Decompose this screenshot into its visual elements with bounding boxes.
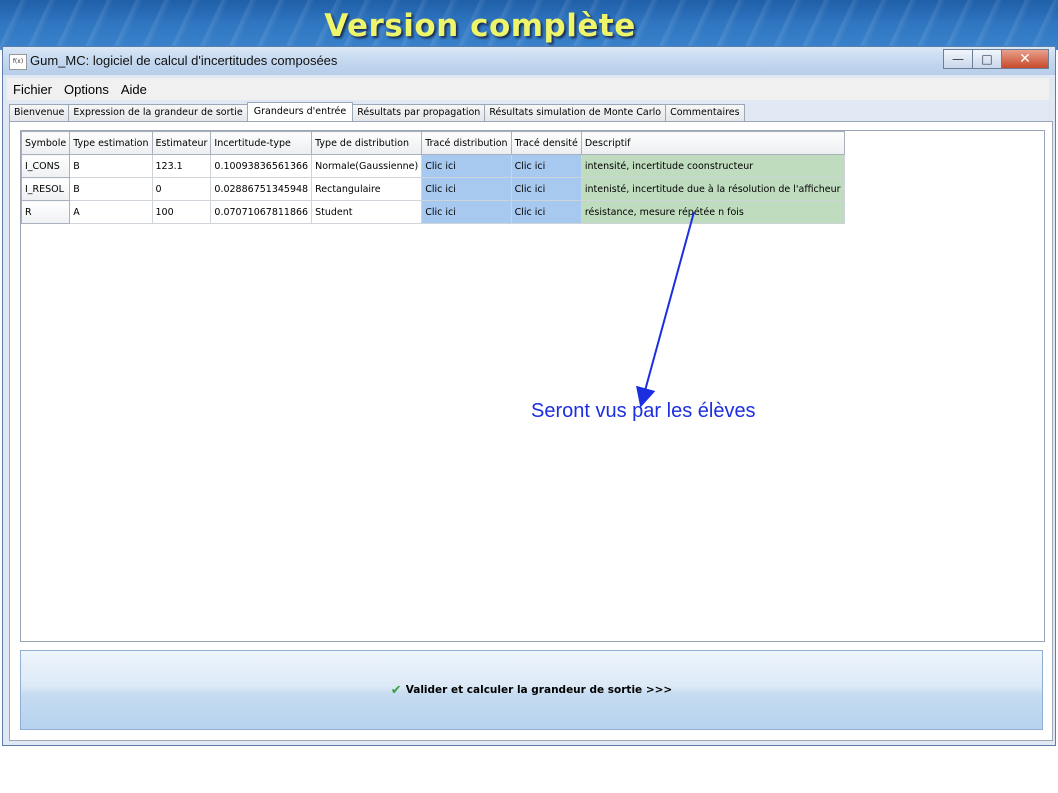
header-estimateur[interactable]: Estimateur bbox=[151, 131, 212, 155]
tab-bienvenue[interactable]: Bienvenue bbox=[9, 104, 70, 121]
menu-bar: Fichier Options Aide bbox=[7, 78, 1049, 100]
window-controls: — □ ✕ bbox=[943, 49, 1049, 69]
cell-estimateur[interactable]: 123.1 bbox=[151, 154, 212, 178]
input-quantities-table: Symbole Type estimation Estimateur Incer… bbox=[20, 131, 845, 224]
cell-estimateur[interactable]: 100 bbox=[151, 200, 212, 224]
cell-incertitude-type[interactable]: 0.10093836561366 bbox=[210, 154, 313, 178]
cell-estimateur[interactable]: 0 bbox=[151, 177, 212, 201]
minimize-button[interactable]: — bbox=[943, 49, 973, 69]
input-grid-panel: Symbole Type estimation Estimateur Incer… bbox=[20, 130, 1045, 642]
cell-type-estimation[interactable]: A bbox=[69, 200, 153, 224]
tab-grandeurs-entree[interactable]: Grandeurs d'entrée bbox=[246, 102, 354, 122]
table-row: R A 100 0.07071067811866 Student Clic ic… bbox=[20, 200, 845, 224]
annotation-text: Seront vus par les élèves bbox=[531, 400, 756, 422]
cell-symbole[interactable]: I_CONS bbox=[20, 154, 71, 178]
cell-trace-densite-link[interactable]: Clic ici bbox=[510, 177, 582, 201]
maximize-button[interactable]: □ bbox=[972, 49, 1002, 69]
menu-options[interactable]: Options bbox=[58, 82, 115, 97]
header-symbole[interactable]: Symbole bbox=[20, 131, 71, 155]
cell-descriptif[interactable]: résistance, mesure répétée n fois bbox=[580, 200, 845, 224]
cell-trace-distribution-link[interactable]: Clic ici bbox=[421, 177, 512, 201]
tab-content: Symbole Type estimation Estimateur Incer… bbox=[9, 121, 1053, 741]
header-incertitude-type[interactable]: Incertitude-type bbox=[210, 131, 313, 155]
cell-trace-distribution-link[interactable]: Clic ici bbox=[421, 154, 512, 178]
slide-banner: Version complète bbox=[0, 0, 1058, 50]
table-row: I_RESOL B 0 0.02886751345948 Rectangulai… bbox=[20, 177, 845, 201]
tab-bar: Bienvenue Expression de la grandeur de s… bbox=[9, 102, 745, 122]
check-icon: ✔ bbox=[390, 682, 402, 698]
app-icon: f(x) bbox=[9, 54, 27, 70]
validate-button-label: Valider et calculer la grandeur de sorti… bbox=[405, 684, 673, 696]
tab-monte-carlo[interactable]: Résultats simulation de Monte Carlo bbox=[484, 104, 667, 121]
app-window: f(x) Gum_MC: logiciel de calcul d'incert… bbox=[2, 46, 1056, 746]
close-button[interactable]: ✕ bbox=[1001, 49, 1049, 69]
cell-trace-densite-link[interactable]: Clic ici bbox=[510, 154, 582, 178]
table-row: I_CONS B 123.1 0.10093836561366 Normale(… bbox=[20, 154, 845, 178]
cell-incertitude-type[interactable]: 0.02886751345948 bbox=[210, 177, 313, 201]
cell-type-estimation[interactable]: B bbox=[69, 154, 153, 178]
cell-descriptif[interactable]: intenisté, incertitude due à la résoluti… bbox=[580, 177, 845, 201]
tab-commentaires[interactable]: Commentaires bbox=[665, 104, 745, 121]
validate-button-content: ✔ Valider et calculer la grandeur de sor… bbox=[391, 683, 672, 698]
header-type-estimation[interactable]: Type estimation bbox=[69, 131, 153, 155]
header-trace-distribution[interactable]: Tracé distribution bbox=[421, 131, 512, 155]
cell-trace-distribution-link[interactable]: Clic ici bbox=[421, 200, 512, 224]
header-type-distribution[interactable]: Type de distribution bbox=[311, 131, 423, 155]
cell-type-estimation[interactable]: B bbox=[69, 177, 153, 201]
tab-expression[interactable]: Expression de la grandeur de sortie bbox=[68, 104, 248, 121]
cell-incertitude-type[interactable]: 0.07071067811866 bbox=[210, 200, 313, 224]
cell-trace-densite-link[interactable]: Clic ici bbox=[510, 200, 582, 224]
cell-symbole[interactable]: R bbox=[20, 200, 71, 224]
menu-aide[interactable]: Aide bbox=[115, 82, 153, 97]
slide-title: Version complète bbox=[324, 8, 636, 44]
menu-fichier[interactable]: Fichier bbox=[7, 82, 58, 97]
cell-type-distribution[interactable]: Rectangulaire bbox=[311, 177, 423, 201]
window-title: Gum_MC: logiciel de calcul d'incertitude… bbox=[30, 53, 338, 68]
tab-resultats-propagation[interactable]: Résultats par propagation bbox=[352, 104, 486, 121]
cell-symbole[interactable]: I_RESOL bbox=[20, 177, 71, 201]
cell-type-distribution[interactable]: Student bbox=[311, 200, 423, 224]
header-trace-densite[interactable]: Tracé densité bbox=[510, 131, 582, 155]
header-descriptif[interactable]: Descriptif bbox=[580, 131, 845, 155]
cell-descriptif[interactable]: intensité, incertitude coonstructeur bbox=[580, 154, 845, 178]
validate-button[interactable]: ✔ Valider et calculer la grandeur de sor… bbox=[20, 650, 1043, 730]
cell-type-distribution[interactable]: Normale(Gaussienne) bbox=[311, 154, 423, 178]
table-header-row: Symbole Type estimation Estimateur Incer… bbox=[20, 131, 845, 155]
title-bar[interactable]: f(x) Gum_MC: logiciel de calcul d'incert… bbox=[3, 47, 1055, 75]
